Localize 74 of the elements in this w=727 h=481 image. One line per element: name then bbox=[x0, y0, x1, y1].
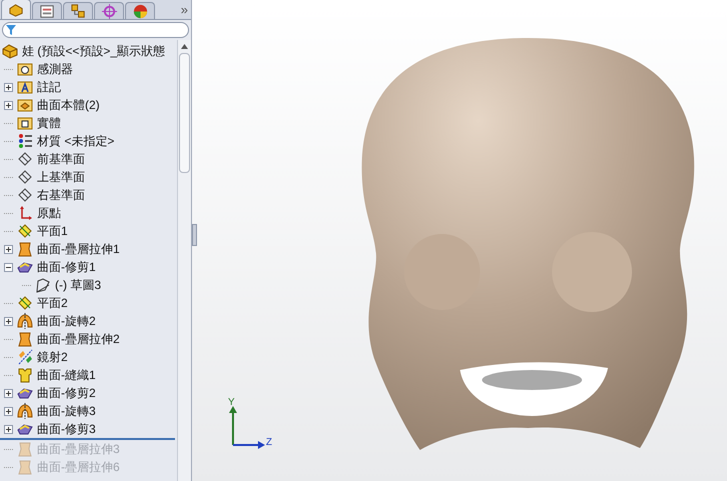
scrollbar[interactable] bbox=[177, 40, 191, 481]
plus-icon bbox=[5, 426, 12, 432]
y-axis-label: Y bbox=[228, 398, 235, 408]
filter-field[interactable] bbox=[2, 22, 189, 38]
panel-tab[interactable] bbox=[1, 0, 31, 19]
tree-item[interactable]: 鏡射2 bbox=[37, 349, 68, 365]
plane-icon bbox=[17, 151, 33, 167]
scrollbar-thumb[interactable] bbox=[179, 53, 190, 173]
folder-icon bbox=[17, 61, 33, 77]
origin-icon bbox=[17, 205, 33, 221]
expand-toggle[interactable] bbox=[4, 388, 13, 398]
folder-icon bbox=[17, 115, 33, 131]
plus-icon bbox=[5, 84, 12, 90]
plane-icon bbox=[17, 295, 33, 311]
plus-icon bbox=[5, 408, 12, 414]
z-axis-label: Z bbox=[266, 438, 272, 448]
tree-item[interactable]: 曲面本體(2) bbox=[37, 97, 100, 113]
tree-item[interactable]: 曲面-縫織1 bbox=[37, 367, 96, 383]
tree-item[interactable]: 材質 <未指定> bbox=[37, 133, 114, 149]
property-tab-icon bbox=[38, 2, 56, 20]
folder-icon bbox=[17, 79, 33, 95]
tree-item[interactable]: (-) 草圖3 bbox=[55, 277, 101, 293]
tree-item[interactable]: 平面1 bbox=[37, 223, 68, 239]
expand-toggle[interactable] bbox=[4, 406, 13, 416]
plane-icon bbox=[17, 223, 33, 239]
expand-toggle[interactable] bbox=[4, 424, 13, 434]
tree-item[interactable]: 原點 bbox=[37, 205, 61, 221]
plus-icon bbox=[5, 102, 12, 108]
panel-tab[interactable] bbox=[94, 2, 124, 19]
more-tabs-button[interactable]: » bbox=[180, 1, 188, 19]
plus-icon bbox=[5, 246, 12, 252]
tree-item[interactable]: 曲面-疊層拉伸1 bbox=[37, 241, 120, 257]
tree-item[interactable]: 右基準面 bbox=[37, 187, 85, 203]
folder-icon bbox=[17, 97, 33, 113]
dimxpert-tab-icon bbox=[100, 2, 118, 20]
tree-item[interactable]: 實體 bbox=[37, 115, 61, 131]
tree-item[interactable]: 感測器 bbox=[37, 61, 73, 77]
tree-item[interactable]: 前基準面 bbox=[37, 151, 85, 167]
knit-icon bbox=[17, 367, 33, 383]
part-icon bbox=[2, 43, 18, 59]
tree-item[interactable]: 曲面-旋轉2 bbox=[37, 313, 96, 329]
tree-item[interactable]: 娃 (預設<<預設>_顯示狀態 bbox=[22, 43, 166, 59]
mirror-icon bbox=[17, 349, 33, 365]
panel-tab[interactable] bbox=[63, 2, 93, 19]
plus-icon bbox=[5, 390, 12, 396]
loft-icon bbox=[17, 241, 33, 257]
tree-item[interactable]: 曲面-疊層拉伸2 bbox=[37, 331, 120, 347]
expand-toggle[interactable] bbox=[4, 82, 13, 92]
tree-item[interactable]: 註記 bbox=[37, 79, 61, 95]
plus-icon bbox=[5, 318, 12, 324]
collapse-toggle[interactable] bbox=[4, 262, 13, 272]
expand-toggle[interactable] bbox=[4, 100, 13, 110]
tree-item[interactable]: 曲面-修剪2 bbox=[37, 385, 96, 401]
config-tab-icon bbox=[70, 2, 86, 20]
display-tab-icon bbox=[132, 2, 148, 20]
expand-toggle[interactable] bbox=[4, 316, 13, 326]
revolve-icon bbox=[17, 313, 33, 329]
filter-icon bbox=[6, 25, 16, 35]
material-icon bbox=[17, 133, 33, 149]
sketch-icon bbox=[35, 277, 51, 293]
plane-icon bbox=[17, 187, 33, 203]
tree-item[interactable]: 曲面-修剪1 bbox=[37, 259, 96, 275]
tree-item[interactable]: 上基準面 bbox=[37, 169, 85, 185]
tree-item[interactable]: 曲面-旋轉3 bbox=[37, 403, 96, 419]
plane-icon bbox=[17, 169, 33, 185]
tree-item[interactable]: 平面2 bbox=[37, 295, 68, 311]
expand-toggle[interactable] bbox=[4, 244, 13, 254]
panel-tab[interactable] bbox=[32, 2, 62, 19]
tree-item[interactable]: 曲面-修剪3 bbox=[37, 421, 96, 437]
scroll-up-icon[interactable] bbox=[181, 44, 188, 49]
splitter-handle[interactable] bbox=[192, 224, 197, 246]
panel-tab[interactable] bbox=[125, 2, 155, 19]
loft-icon bbox=[17, 331, 33, 347]
revolve-icon bbox=[17, 403, 33, 419]
